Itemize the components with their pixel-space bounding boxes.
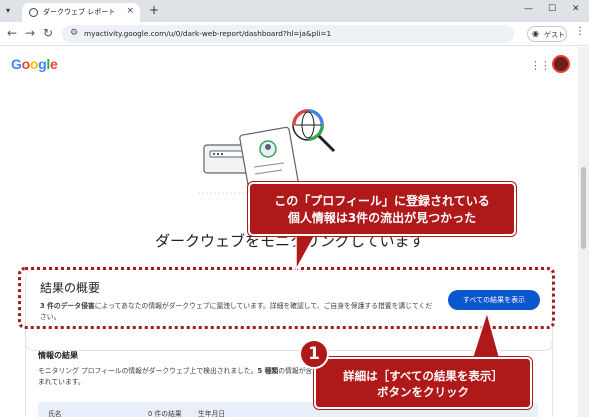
profile-callout: この「プロフィール」に登録されている 個人情報は3件の流出が見つかった: [247, 181, 517, 237]
callout2-line2: ボタンをクリック: [377, 385, 469, 399]
callout2-line1: 詳細は［すべての結果を表示］: [343, 369, 503, 383]
callout1-line1: この「プロフィール」に登録されている: [274, 194, 490, 208]
step-number-badge: 1: [299, 339, 329, 369]
button-callout: 詳細は［すべての結果を表示］ ボタンをクリック: [313, 356, 533, 410]
callout1-line2: 個人情報は3件の流出が見つかった: [287, 211, 477, 225]
